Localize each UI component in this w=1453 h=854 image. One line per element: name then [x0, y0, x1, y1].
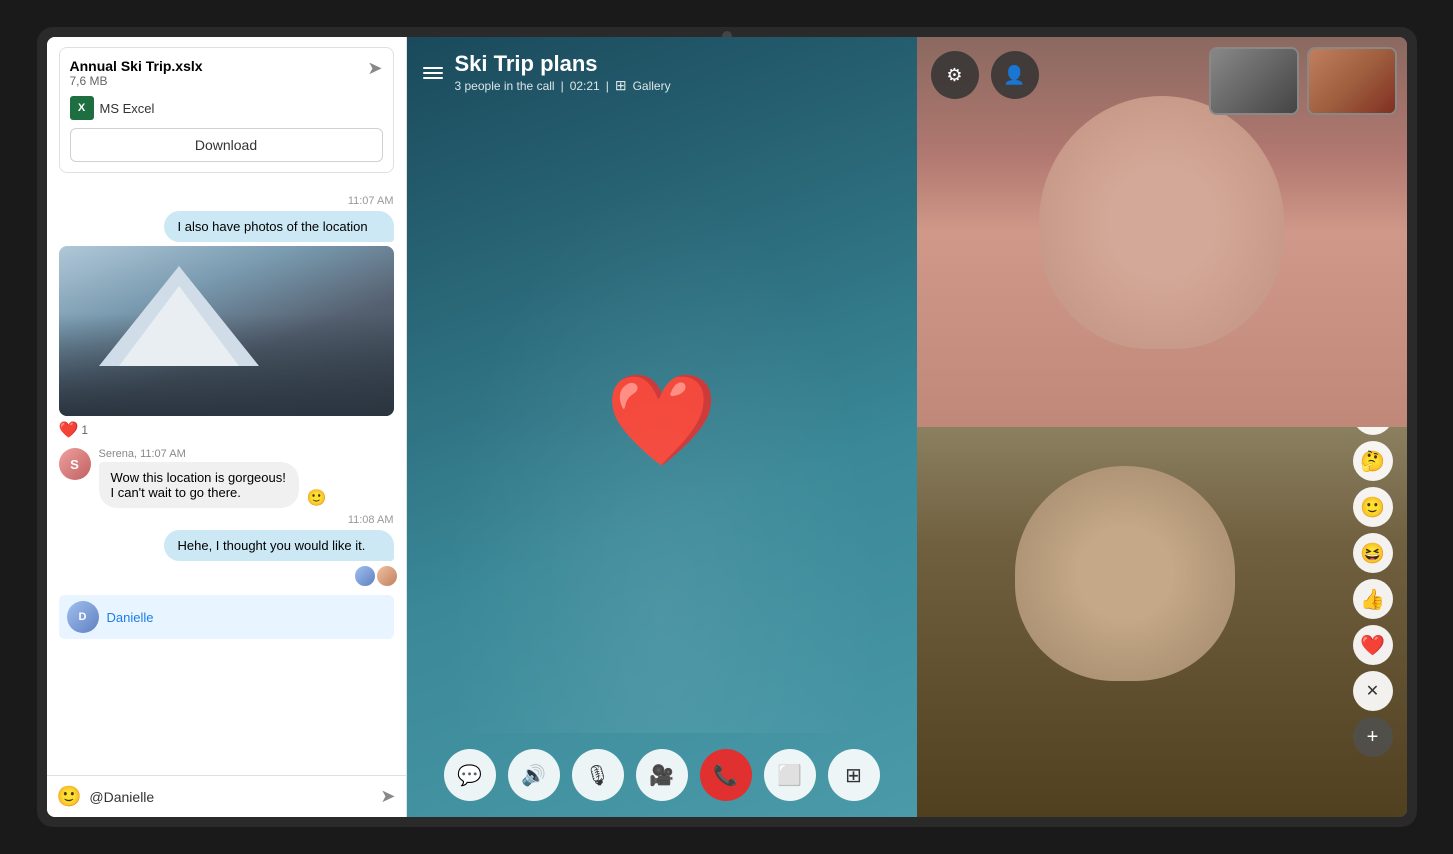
chat-messages: 11:07 AM I also have photos of the locat… [47, 183, 406, 775]
chat-toggle-button[interactable]: 💬 [444, 749, 496, 801]
speaker-button[interactable]: 🔊 [508, 749, 560, 801]
reaction-thumbsup-button[interactable]: 👍 [1353, 579, 1393, 619]
mention-row[interactable]: D Danielle [59, 595, 394, 639]
heart-reaction-display: ❤️ [605, 376, 717, 466]
hamburger-line-1 [423, 67, 443, 69]
chat-input[interactable] [89, 789, 372, 805]
call-center-content: ❤️ [407, 108, 917, 733]
mute-button[interactable]: 🎙 [572, 749, 624, 801]
send-button[interactable]: ➤ [380, 786, 395, 807]
call-timer: 02:21 [570, 79, 600, 93]
hamburger-line-3 [423, 77, 443, 79]
call-gallery-label: Gallery [633, 79, 671, 93]
pip-video-2[interactable] [1307, 47, 1397, 115]
serena-avatar: S [59, 448, 91, 480]
call-header: Ski Trip plans 3 people in the call | 02… [407, 37, 917, 108]
file-name: Annual Ski Trip.xslx [70, 58, 203, 74]
file-type-label: MS Excel [100, 101, 155, 116]
file-attachment: Annual Ski Trip.xslx 7,6 MB ➤ X MS Excel… [59, 47, 394, 173]
forward-button[interactable]: ➤ [367, 58, 382, 79]
reaction-heart-button[interactable]: ❤️ [1353, 625, 1393, 665]
reaction-crying-button[interactable]: 😢 [1353, 427, 1393, 435]
video-button[interactable]: 🎥 [636, 749, 688, 801]
video-participant-1[interactable]: ⚙ 👤 [917, 37, 1407, 427]
emoji-react-button[interactable]: 🙂 [307, 488, 327, 508]
pip-person-2-face [1309, 49, 1395, 113]
call-people-count: 3 people in the call [455, 79, 555, 93]
emoji-picker-button[interactable]: 🙂 [57, 784, 82, 809]
video-top-controls: ⚙ 👤 [931, 51, 1039, 99]
mountain-image[interactable] [59, 246, 394, 416]
reaction-smile-button[interactable]: 🙂 [1353, 487, 1393, 527]
emoji-reaction-panel: 😢 🤔 🙂 😆 👍 ❤️ ✕ + [1353, 427, 1393, 757]
pip-video-1[interactable] [1209, 47, 1299, 115]
pip-person-1-face [1211, 49, 1297, 113]
reaction-thinking-button[interactable]: 🤔 [1353, 441, 1393, 481]
chat-panel: Annual Ski Trip.xslx 7,6 MB ➤ X MS Excel… [47, 37, 407, 817]
end-call-button[interactable]: 📞 [700, 749, 752, 801]
gallery-icon: ⊞ [615, 77, 627, 94]
pip-container [1209, 47, 1397, 115]
add-person-circle-button[interactable]: 👤 [991, 51, 1039, 99]
video-grid: ⚙ 👤 😢 🤔 [917, 37, 1407, 817]
heart-reaction-emoji: ❤️ [59, 420, 79, 440]
reaction-close-button[interactable]: ✕ [1353, 671, 1393, 711]
call-controls: 💬 🔊 🎙 🎥 📞 ⬜ ⊞ [407, 733, 917, 817]
avatar-mention-2 [376, 565, 398, 587]
serena-sender-label: Serena, 11:07 AM [99, 448, 327, 460]
timestamp-1107: 11:07 AM [59, 195, 394, 207]
mention-name: Danielle [107, 610, 154, 625]
device-frame: Annual Ski Trip.xslx 7,6 MB ➤ X MS Excel… [37, 27, 1417, 827]
hamburger-line-2 [423, 72, 443, 74]
serena-message-bubble: Wow this location is gorgeous! I can't w… [99, 462, 299, 508]
avatar-mention-1 [354, 565, 376, 587]
video-participant-2[interactable]: 😢 🤔 🙂 😆 👍 ❤️ ✕ + [917, 427, 1407, 817]
message-photos: I also have photos of the location [164, 211, 394, 242]
settings-circle-button[interactable]: ⚙ [931, 51, 979, 99]
reaction-heart[interactable]: ❤️ 1 [59, 420, 394, 440]
screen-share-button[interactable]: ⬜ [764, 749, 816, 801]
call-meta: 3 people in the call | 02:21 | ⊞ Gallery [455, 77, 671, 94]
hamburger-menu-button[interactable] [423, 67, 443, 79]
excel-icon: X [70, 96, 94, 120]
chat-input-area: 🙂 ➤ [47, 775, 406, 817]
reaction-add-button[interactable]: + [1353, 717, 1393, 757]
reaction-laugh-button[interactable]: 😆 [1353, 533, 1393, 573]
layout-button[interactable]: ⊞ [828, 749, 880, 801]
timestamp-1108: 11:08 AM [59, 514, 394, 526]
message-serena: S Serena, 11:07 AM Wow this location is … [59, 448, 394, 508]
participant-2-face [917, 427, 1407, 817]
message-hehe: Hehe, I thought you would like it. [164, 530, 394, 561]
app-container: Annual Ski Trip.xslx 7,6 MB ➤ X MS Excel… [47, 37, 1407, 817]
reaction-count: 1 [81, 423, 88, 437]
call-title: Ski Trip plans [455, 51, 671, 77]
call-area: Ski Trip plans 3 people in the call | 02… [407, 37, 917, 817]
file-size: 7,6 MB [70, 74, 203, 88]
download-button[interactable]: Download [70, 128, 383, 162]
danielle-avatar-mention: D [67, 601, 99, 633]
